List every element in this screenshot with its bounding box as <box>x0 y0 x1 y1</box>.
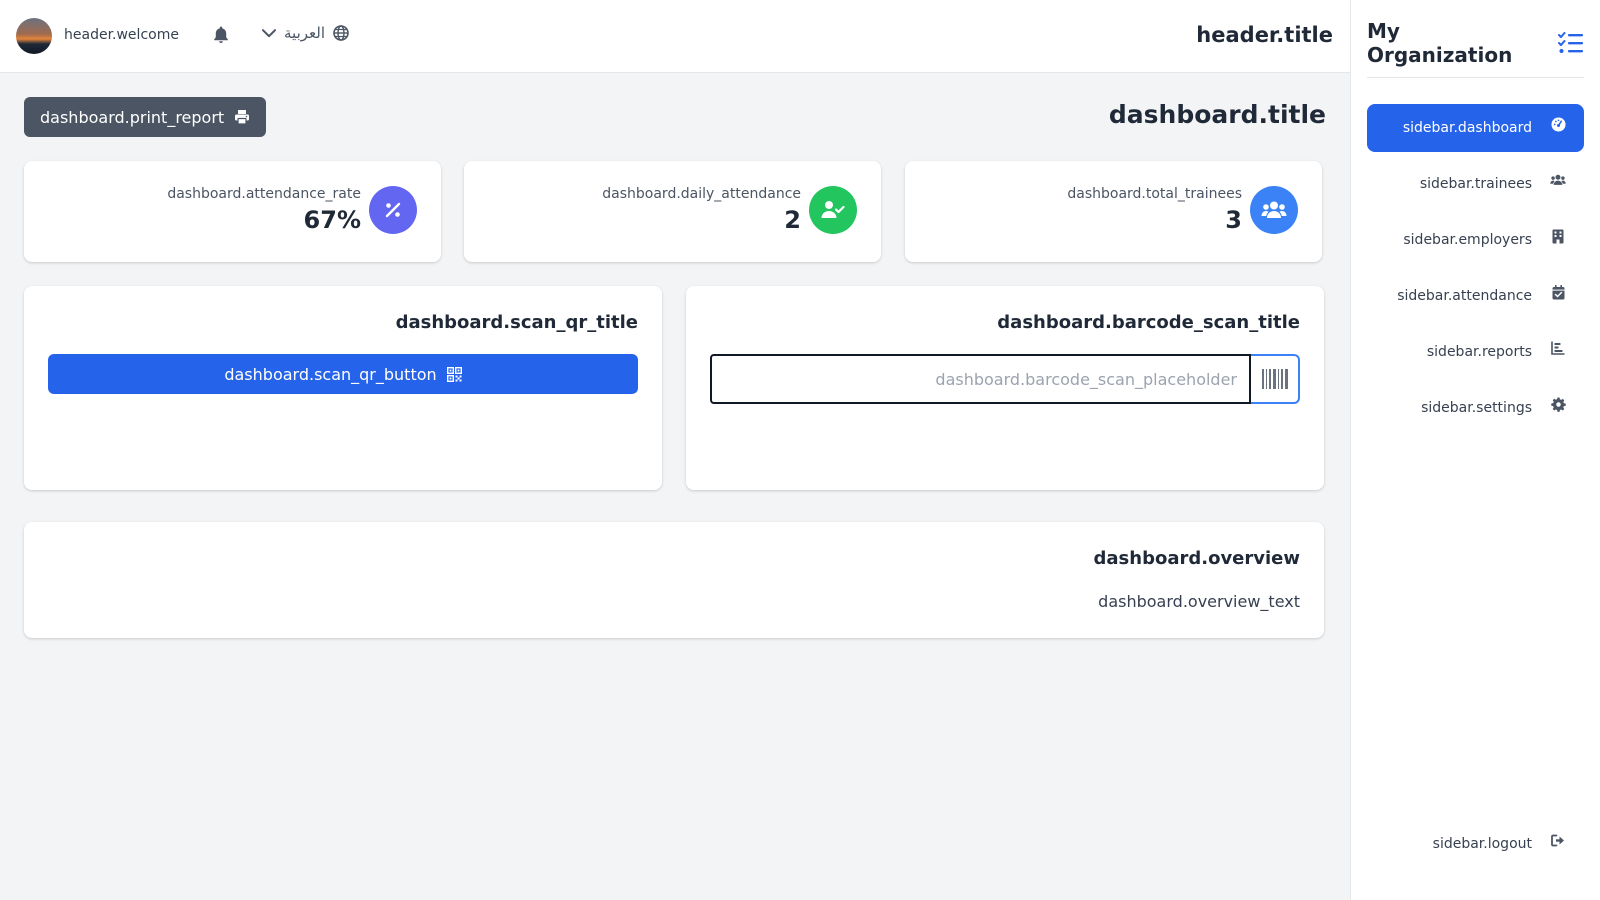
sidebar-item-dashboard[interactable]: sidebar.dashboard <box>1367 104 1584 152</box>
sidebar-nav: sidebar.dashboard sidebar.trainees sideb… <box>1367 104 1584 440</box>
scan-qr-button[interactable]: dashboard.scan_qr_button <box>48 354 638 394</box>
sidebar-item-trainees[interactable]: sidebar.trainees <box>1367 160 1584 208</box>
print-report-button[interactable]: dashboard.print_report <box>24 97 267 137</box>
user-check-icon <box>809 186 857 234</box>
list-check-icon <box>1558 31 1584 54</box>
sidebar-item-label: sidebar.employers <box>1403 232 1532 248</box>
stat-value: 3 <box>1225 206 1242 234</box>
building-icon <box>1550 228 1566 244</box>
globe-icon <box>333 25 349 41</box>
stat-label: dashboard.attendance_rate <box>167 186 361 202</box>
stat-value: 2 <box>784 206 801 234</box>
overview-text: dashboard.overview_text <box>1098 592 1300 611</box>
gear-icon <box>1550 396 1566 412</box>
welcome-text: header.welcome <box>64 27 179 43</box>
page-title: dashboard.title <box>1108 100 1326 129</box>
sign-out-icon <box>1550 832 1566 848</box>
sidebar-item-label: sidebar.reports <box>1426 344 1532 360</box>
scan-qr-title: dashboard.scan_qr_title <box>395 312 638 333</box>
qrcode-icon <box>446 366 462 382</box>
sidebar-item-settings[interactable]: sidebar.settings <box>1367 384 1584 432</box>
barcode-button[interactable] <box>1251 354 1300 404</box>
logout-button[interactable]: sidebar.logout <box>1367 820 1584 868</box>
sidebar: My Organization sidebar.dashboard sideba… <box>1350 0 1600 900</box>
barcode-input[interactable] <box>710 354 1251 404</box>
stat-card-total-trainees: dashboard.total_trainees 3 <box>905 161 1322 262</box>
overview-panel: dashboard.overview dashboard.overview_te… <box>24 522 1324 638</box>
print-report-label: dashboard.print_report <box>40 107 225 127</box>
brand-name: My Organization <box>1367 18 1513 67</box>
language-label: العربية <box>284 24 325 42</box>
barcode-icon <box>1261 369 1288 389</box>
chart-bar-icon <box>1550 340 1566 356</box>
overview-title: dashboard.overview <box>1093 548 1300 569</box>
sidebar-item-label: sidebar.settings <box>1421 400 1532 416</box>
scan-qr-button-label: dashboard.scan_qr_button <box>224 364 437 384</box>
sidebar-item-label: sidebar.attendance <box>1397 288 1532 304</box>
barcode-scan-title: dashboard.barcode_scan_title <box>997 312 1300 333</box>
header-title: header.title <box>1196 23 1333 47</box>
avatar[interactable] <box>16 18 52 54</box>
barcode-scan-panel: dashboard.barcode_scan_title <box>686 286 1324 490</box>
sidebar-item-label: sidebar.trainees <box>1419 176 1532 192</box>
users-icon <box>1250 186 1298 234</box>
sidebar-item-label: sidebar.dashboard <box>1402 120 1532 136</box>
sidebar-item-attendance[interactable]: sidebar.attendance <box>1367 272 1584 320</box>
gauge-icon <box>1550 116 1566 132</box>
stat-value: 67% <box>303 206 361 234</box>
percent-icon <box>369 186 417 234</box>
stat-label: dashboard.daily_attendance <box>602 186 801 202</box>
barcode-input-group <box>710 354 1300 404</box>
bell-icon[interactable] <box>213 26 229 44</box>
chevron-down-icon <box>262 28 276 38</box>
top-header: header.welcome العربية header.title <box>0 0 1350 73</box>
sidebar-item-reports[interactable]: sidebar.reports <box>1367 328 1584 376</box>
language-selector[interactable]: العربية <box>262 24 349 42</box>
scan-qr-panel: dashboard.scan_qr_title dashboard.scan_q… <box>24 286 662 490</box>
sidebar-item-employers[interactable]: sidebar.employers <box>1367 216 1584 264</box>
stat-card-attendance-rate: dashboard.attendance_rate 67% <box>24 161 441 262</box>
calendar-check-icon <box>1550 284 1566 300</box>
logout-label: sidebar.logout <box>1432 836 1532 852</box>
stat-label: dashboard.total_trainees <box>1067 186 1242 202</box>
users-icon <box>1550 172 1566 188</box>
stat-card-daily-attendance: dashboard.daily_attendance 2 <box>464 161 881 262</box>
printer-icon <box>234 109 250 125</box>
brand: My Organization <box>1367 18 1584 78</box>
